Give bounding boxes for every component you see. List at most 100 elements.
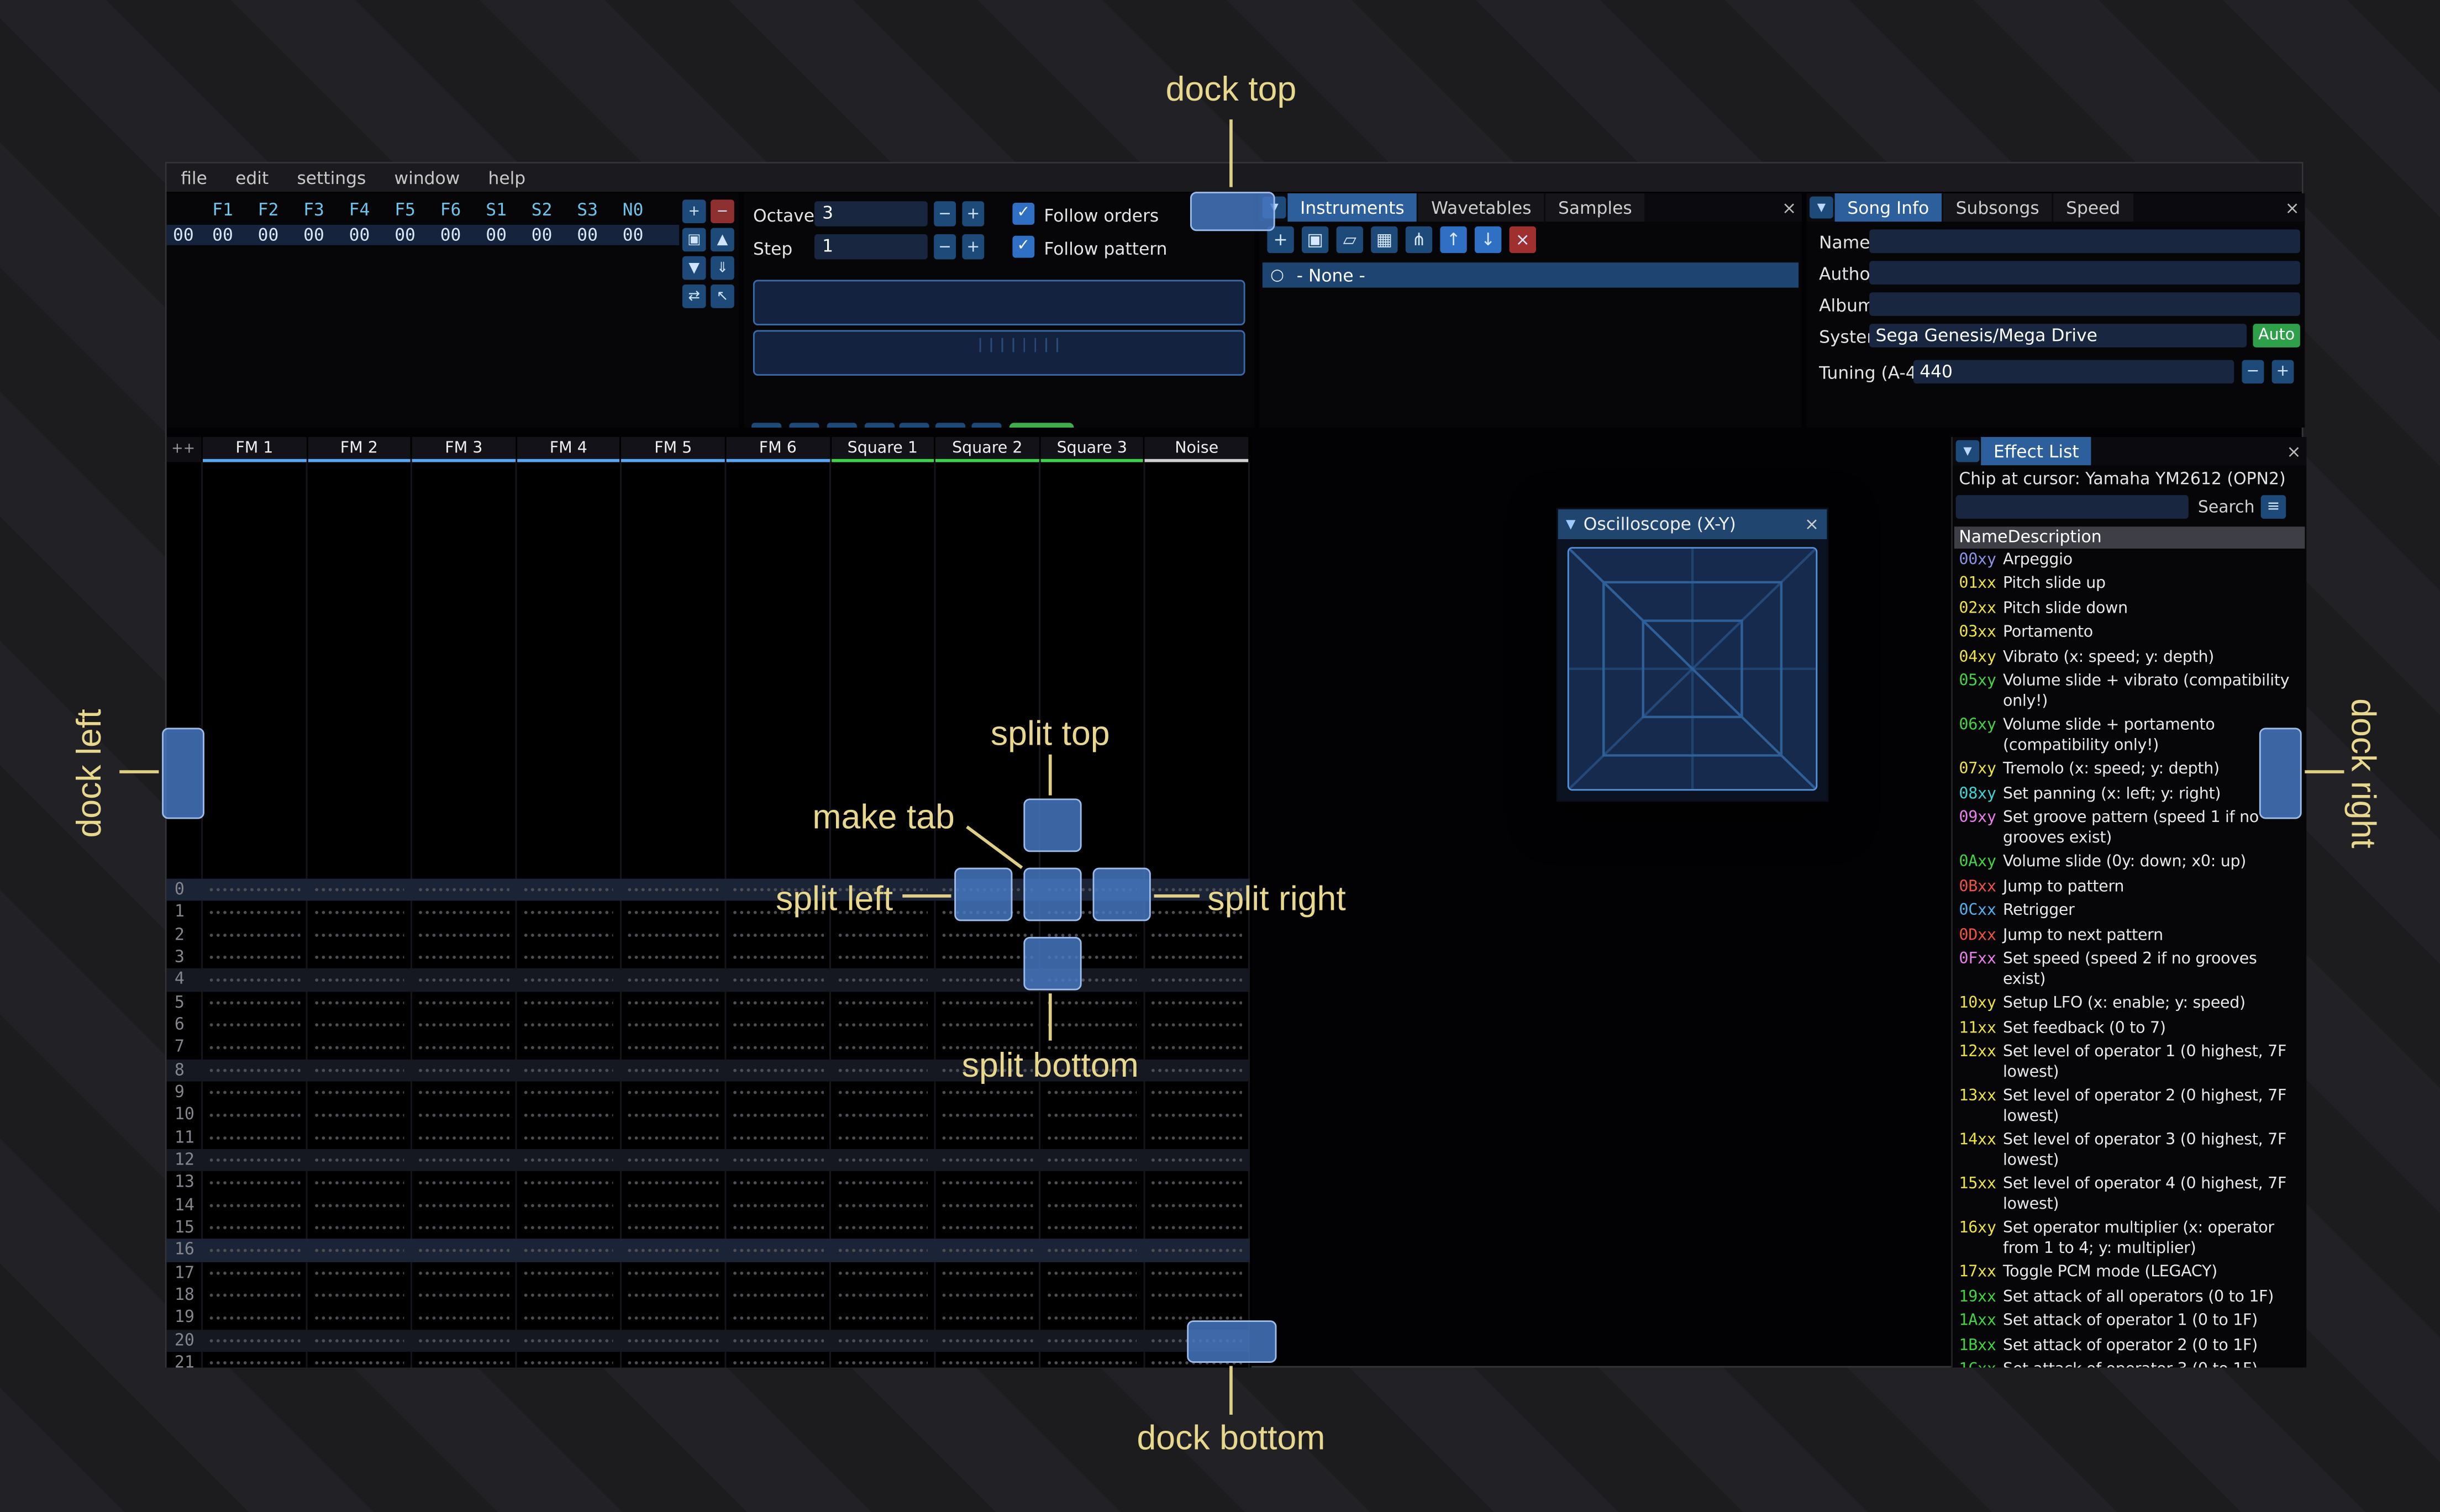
window-menu-icon[interactable]: ▼ — [1810, 196, 1833, 219]
order-cell[interactable]: 00 — [395, 225, 440, 245]
effect-search-input[interactable] — [1955, 495, 2189, 519]
pattern-cell[interactable] — [411, 1261, 515, 1284]
pattern-cell[interactable] — [620, 1171, 724, 1194]
pattern-cell[interactable] — [306, 1284, 411, 1307]
pattern-row[interactable]: 2 — [167, 924, 1250, 946]
pattern-cell[interactable] — [829, 1284, 934, 1307]
pattern-cell[interactable] — [306, 1081, 411, 1104]
pattern-cell[interactable] — [306, 1329, 411, 1352]
pattern-cell[interactable] — [829, 1351, 934, 1368]
channel-header[interactable]: Square 1 — [830, 437, 934, 462]
pattern-cell[interactable] — [1039, 1261, 1143, 1284]
pattern-cell[interactable] — [1039, 1126, 1143, 1149]
orders-button[interactable]: ▲ — [711, 228, 734, 252]
pattern-cell[interactable] — [411, 924, 515, 946]
orders-row[interactable]: 00 00 00 00 00 00 00 00 00 00 00 — [166, 224, 680, 245]
pattern-cell[interactable] — [725, 1171, 829, 1194]
split-target-left[interactable] — [954, 867, 1013, 921]
order-cell[interactable]: 00 — [258, 225, 304, 245]
channel-header[interactable]: Square 3 — [1040, 437, 1144, 462]
pattern-cell[interactable] — [620, 991, 724, 1014]
pattern-cell[interactable] — [201, 968, 306, 992]
pattern-cell[interactable] — [620, 924, 724, 946]
pattern-cell[interactable] — [829, 1261, 934, 1284]
window-menu-icon[interactable]: ▼ — [1955, 440, 1980, 462]
pattern-cell[interactable] — [201, 1081, 306, 1104]
pattern-cell[interactable] — [411, 1081, 515, 1104]
pattern-cell[interactable] — [411, 1284, 515, 1307]
order-cell[interactable]: 00 — [486, 225, 532, 245]
pattern-cell[interactable] — [829, 991, 934, 1014]
pattern-row[interactable]: 21 — [167, 1351, 1250, 1368]
order-cell[interactable]: 00 — [577, 225, 623, 245]
pattern-cell[interactable] — [1144, 991, 1248, 1014]
menu-item[interactable]: help — [474, 167, 540, 188]
pattern-cell[interactable] — [620, 1306, 724, 1329]
pattern-cell[interactable] — [1144, 1081, 1248, 1104]
close-icon[interactable]: × — [1776, 193, 1802, 222]
piano-upper-row[interactable] — [753, 280, 1245, 325]
pattern-cell[interactable] — [306, 1149, 411, 1172]
dock-target-bottom[interactable] — [1187, 1320, 1277, 1363]
octave-plus-button[interactable]: + — [962, 201, 985, 226]
pattern-cell[interactable] — [620, 1104, 724, 1127]
pattern-cell[interactable] — [411, 901, 515, 924]
orders-button[interactable]: ▼ — [682, 256, 706, 280]
playback-button[interactable]: △ — [935, 423, 966, 428]
pattern-row[interactable]: 11 — [167, 1126, 1250, 1149]
tab-instruments[interactable]: Instruments — [1287, 193, 1417, 222]
pattern-cell[interactable] — [306, 901, 411, 924]
pattern-cell[interactable] — [201, 1058, 306, 1082]
pattern-cell[interactable] — [725, 1351, 829, 1368]
menu-item[interactable]: window — [380, 167, 474, 188]
pattern-cell[interactable] — [1144, 924, 1248, 946]
pattern-row[interactable]: 6 — [167, 1014, 1250, 1036]
follow-orders-checkbox[interactable]: ✓ — [1012, 203, 1035, 225]
playback-button[interactable]: ↻ — [971, 423, 1002, 428]
order-cell[interactable]: 00 — [440, 225, 486, 245]
pattern-cell[interactable] — [201, 901, 306, 924]
pattern-cell[interactable] — [934, 1104, 1039, 1127]
pattern-cell[interactable] — [516, 1014, 620, 1036]
pattern-row[interactable]: 4 — [166, 968, 1250, 992]
split-target-bottom[interactable] — [1023, 936, 1082, 991]
pattern-cell[interactable] — [411, 1126, 515, 1149]
pattern-row[interactable]: 20 — [166, 1329, 1250, 1352]
pattern-cell[interactable] — [201, 1284, 306, 1307]
pattern-cell[interactable] — [201, 924, 306, 946]
playback-button[interactable]: ↓ — [864, 423, 895, 428]
pattern-cell[interactable] — [516, 1306, 620, 1329]
step-plus-button[interactable]: + — [962, 234, 985, 260]
channel-header[interactable]: FM 3 — [412, 437, 516, 462]
pattern-cell[interactable] — [1144, 1014, 1248, 1036]
pattern-cell[interactable] — [934, 1284, 1039, 1307]
close-icon[interactable]: × — [2280, 193, 2305, 222]
orders-button[interactable]: ⇄ — [682, 285, 706, 308]
pattern-cell[interactable] — [201, 1194, 306, 1217]
pattern-cell[interactable] — [201, 878, 306, 902]
pattern-cell[interactable] — [620, 1058, 724, 1082]
pattern-cell[interactable] — [620, 1036, 724, 1059]
pattern-cell[interactable] — [725, 1149, 829, 1172]
pattern-cell[interactable] — [620, 878, 724, 902]
pattern-cell[interactable] — [411, 1104, 515, 1127]
author-field[interactable] — [1869, 261, 2300, 285]
pattern-cell[interactable] — [620, 1284, 724, 1307]
pattern-cell[interactable] — [1039, 1149, 1143, 1172]
dock-target-right[interactable] — [2259, 728, 2302, 819]
pattern-cell[interactable] — [306, 968, 411, 992]
pattern-cell[interactable] — [411, 1149, 515, 1172]
pattern-cell[interactable] — [411, 1239, 515, 1262]
pattern-cell[interactable] — [934, 1351, 1039, 1368]
pattern-cell[interactable] — [829, 1239, 934, 1262]
system-field[interactable]: Sega Genesis/Mega Drive — [1869, 324, 2247, 347]
split-target-top[interactable] — [1023, 798, 1082, 852]
orders-button[interactable]: ⇓ — [711, 256, 734, 280]
pattern-cell[interactable] — [306, 1306, 411, 1329]
pattern-cell[interactable] — [620, 968, 724, 992]
pattern-cell[interactable] — [829, 1081, 934, 1104]
pattern-cell[interactable] — [934, 1014, 1039, 1036]
tab-wavetables[interactable]: Wavetables — [1418, 193, 1544, 222]
pattern-cell[interactable] — [620, 901, 724, 924]
pattern-cell[interactable] — [1144, 1216, 1248, 1239]
